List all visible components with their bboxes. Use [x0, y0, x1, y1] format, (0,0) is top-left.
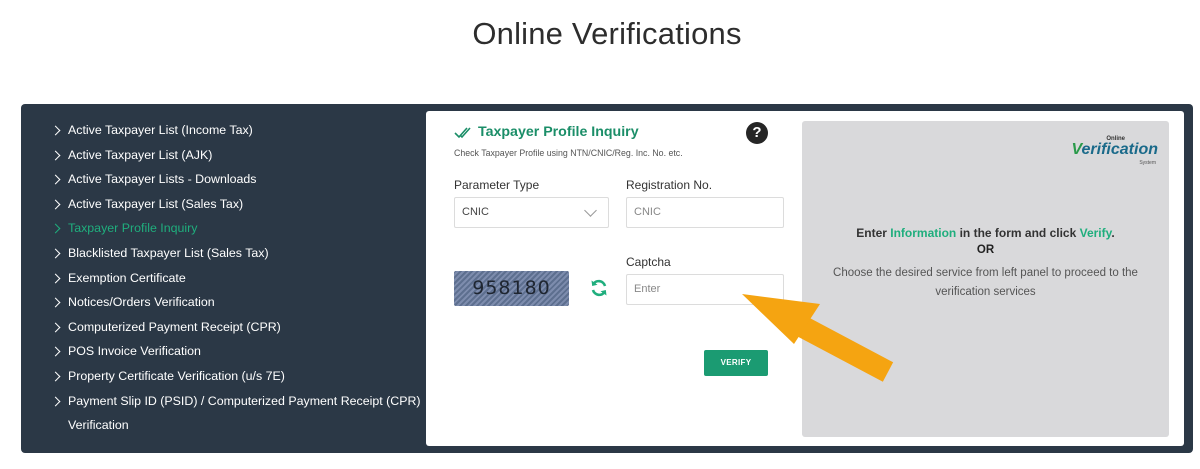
page-title: Online Verifications [472, 16, 742, 51]
double-check-icon [454, 127, 471, 139]
sidebar-item-psid-cpr-verification[interactable]: Payment Slip ID (PSID) / Computerized Pa… [21, 391, 426, 440]
captcha-input[interactable]: Enter [626, 274, 784, 305]
online-verification-logo: Online Verification System [1071, 136, 1158, 166]
chevron-right-icon [50, 174, 61, 185]
captcha-image: 958180 [454, 271, 569, 306]
form-title: Taxpayer Profile Inquiry [478, 124, 639, 140]
chevron-right-icon [50, 125, 61, 136]
chevron-right-icon [50, 273, 61, 284]
form-subtitle: Check Taxpayer Profile using NTN/CNIC/Re… [454, 148, 683, 158]
sidebar-item-active-taxpayer-ajk[interactable]: Active Taxpayer List (AJK) [21, 145, 426, 170]
sidebar-item-pos-invoice[interactable]: POS Invoice Verification [21, 341, 426, 366]
sidebar-item-cpr[interactable]: Computerized Payment Receipt (CPR) [21, 317, 426, 342]
chevron-right-icon [50, 248, 61, 259]
chevron-right-icon [50, 322, 61, 333]
sidebar-item-active-taxpayer-downloads[interactable]: Active Taxpayer Lists - Downloads [21, 169, 426, 194]
inquiry-card: Taxpayer Profile Inquiry Check Taxpayer … [426, 111, 1184, 446]
chevron-down-icon [584, 204, 597, 217]
sidebar-item-property-certificate[interactable]: Property Certificate Verification (u/s 7… [21, 366, 426, 391]
sidebar-item-notices-orders[interactable]: Notices/Orders Verification [21, 292, 426, 317]
parameter-type-label: Parameter Type [454, 178, 540, 192]
verification-panel: Active Taxpayer List (Income Tax) Active… [21, 104, 1193, 453]
chevron-right-icon [50, 346, 61, 357]
sidebar-item-taxpayer-profile-inquiry[interactable]: Taxpayer Profile Inquiry [21, 218, 426, 243]
chevron-right-icon [50, 396, 61, 406]
chevron-right-icon [50, 371, 61, 382]
registration-no-input[interactable]: CNIC [626, 197, 784, 228]
question-circle-icon[interactable]: ? [746, 122, 768, 144]
info-or: OR [976, 244, 995, 256]
registration-no-label: Registration No. [626, 178, 713, 192]
chevron-right-icon [50, 297, 61, 308]
sidebar-item-exemption-certificate[interactable]: Exemption Certificate [21, 268, 426, 293]
parameter-type-select[interactable]: CNIC [454, 197, 609, 228]
sidebar-item-active-taxpayer-income-tax[interactable]: Active Taxpayer List (Income Tax) [21, 120, 426, 145]
info-choose-service: Choose the desired service from left pan… [833, 267, 1138, 298]
verify-button[interactable]: VERIFY [704, 350, 768, 376]
refresh-icon[interactable] [589, 278, 609, 298]
sidebar: Active Taxpayer List (Income Tax) Active… [21, 120, 426, 440]
chevron-right-icon [50, 199, 61, 210]
chevron-right-icon [50, 223, 61, 234]
captcha-label: Captcha [626, 255, 671, 269]
info-box: Online Verification System Enter Informa… [802, 121, 1169, 437]
chevron-right-icon [50, 150, 61, 161]
sidebar-item-blacklisted-taxpayer[interactable]: Blacklisted Taxpayer List (Sales Tax) [21, 243, 426, 268]
info-instruction: Enter Information in the form and click … [856, 226, 1115, 240]
sidebar-item-active-taxpayer-sales-tax[interactable]: Active Taxpayer List (Sales Tax) [21, 194, 426, 219]
